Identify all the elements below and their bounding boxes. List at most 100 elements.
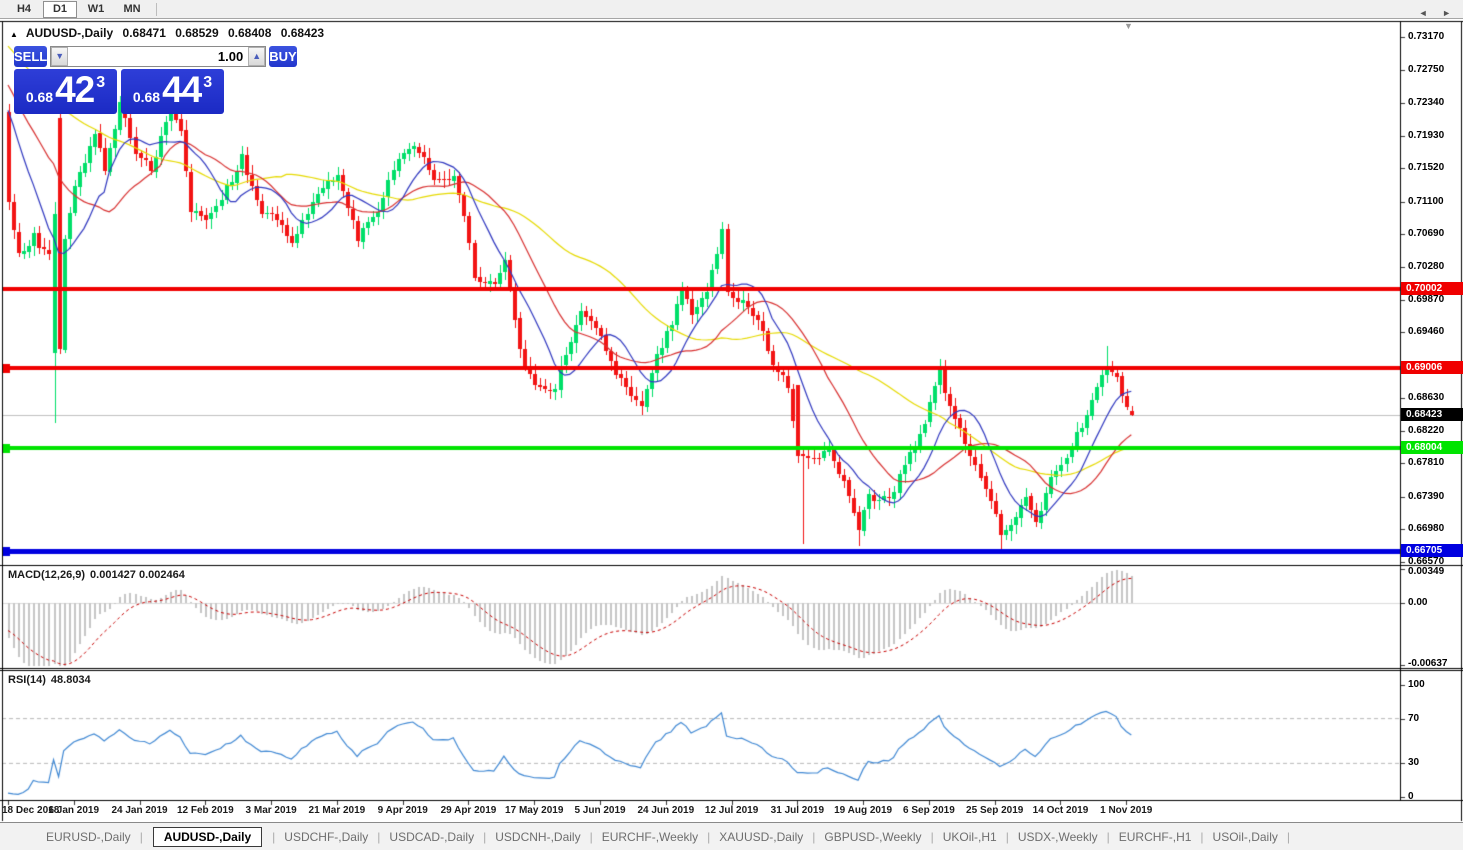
date-axis-label: 14 Oct 2019 [1033, 805, 1089, 816]
price-axis-label: 0.71100 [1408, 196, 1462, 208]
rsi-axis-label: 30 [1408, 757, 1462, 769]
price-axis-label: 0.68630 [1408, 392, 1462, 404]
tab-separator: | [1200, 830, 1203, 844]
timeframe-h4[interactable]: H4 [7, 1, 41, 18]
timeframe-toolbar: H4D1W1MN [0, 0, 1463, 19]
price-chart-canvas[interactable] [0, 20, 1463, 823]
ohlc-low: 0.68408 [228, 26, 271, 40]
date-axis-label: 24 Jun 2019 [637, 805, 694, 816]
date-axis-label: 5 Jun 2019 [574, 805, 625, 816]
tab-gbpusd-weekly[interactable]: GBPUSD-,Weekly [820, 827, 925, 847]
buy-price-pipette: 3 [203, 75, 212, 91]
tab-separator: | [931, 830, 934, 844]
tab-eurusd-daily[interactable]: EURUSD-,Daily [42, 827, 135, 847]
ohlc-close: 0.68423 [281, 26, 324, 40]
tab-scroll-nav: ◄ ► [1407, 8, 1451, 18]
tab-usoil-daily[interactable]: USOil-,Daily [1209, 827, 1282, 847]
tab-usdx-weekly[interactable]: USDX-,Weekly [1014, 827, 1102, 847]
timeframe-w1[interactable]: W1 [79, 1, 113, 18]
collapse-panel-icon[interactable]: ▲ [10, 30, 18, 39]
rsi-value: 48.8034 [51, 674, 91, 686]
sell-price-pipette: 3 [96, 75, 105, 91]
chart-shift-marker-icon[interactable]: ▼ [1124, 21, 1133, 31]
price-axis-label: 0.69870 [1408, 294, 1462, 306]
tab-separator: | [590, 830, 593, 844]
tab-separator: | [1287, 830, 1290, 844]
price-axis-label: 0.67810 [1408, 457, 1462, 469]
date-axis-label: 29 Apr 2019 [441, 805, 497, 816]
toolbar-separator [156, 3, 157, 16]
price-axis-label: 0.66980 [1408, 523, 1462, 535]
date-axis-label: 24 Jan 2019 [111, 805, 167, 816]
price-axis-label: 0.70690 [1408, 228, 1462, 240]
one-click-trade-panel: SELL ▼ ▲ BUY 0.68 42 3 0.68 44 3 [14, 46, 224, 114]
price-axis-label: 0.72750 [1408, 64, 1462, 76]
date-axis-label: 6 Sep 2019 [903, 805, 955, 816]
current-price-tag: 0.68423 [1401, 408, 1463, 421]
rsi-name: RSI(14) [8, 674, 46, 686]
rsi-axis-label: 70 [1408, 713, 1462, 725]
buy-price-button[interactable]: 0.68 44 3 [121, 69, 224, 114]
tab-separator: | [272, 830, 275, 844]
ohlc-high: 0.68529 [175, 26, 218, 40]
date-axis-label: 25 Sep 2019 [966, 805, 1023, 816]
tab-usdcad-daily[interactable]: USDCAD-,Daily [385, 827, 478, 847]
tab-scroll-left-icon[interactable]: ◄ [1419, 8, 1428, 18]
tab-xauusd-daily[interactable]: XAUUSD-,Daily [715, 827, 807, 847]
rsi-axis-label: 0 [1408, 791, 1462, 803]
macd-axis-label: 0.00349 [1408, 566, 1462, 578]
timeframe-d1[interactable]: D1 [43, 1, 77, 18]
tab-usdchf-daily[interactable]: USDCHF-,Daily [280, 827, 372, 847]
tab-scroll-right-icon[interactable]: ► [1442, 8, 1451, 18]
price-level-tag: 0.68004 [1401, 441, 1463, 454]
price-level-tag: 0.66705 [1401, 544, 1463, 557]
macd-axis-label: -0.00637 [1408, 658, 1462, 670]
tab-audusd-daily[interactable]: AUDUSD-,Daily [153, 827, 262, 847]
volume-stepper: ▼ ▲ [50, 46, 266, 67]
buy-price-prefix: 0.68 [133, 90, 160, 104]
tab-eurchf-h1[interactable]: EURCHF-,H1 [1115, 827, 1196, 847]
date-axis-label: 12 Jul 2019 [705, 805, 758, 816]
price-axis-label: 0.67390 [1408, 491, 1462, 503]
timeframe-mn[interactable]: MN [115, 1, 149, 18]
tab-separator: | [1107, 830, 1110, 844]
price-level-tag: 0.69006 [1401, 361, 1463, 374]
volume-increase-icon[interactable]: ▲ [248, 47, 265, 66]
buy-price-big: 44 [162, 72, 201, 107]
date-axis-label: 12 Feb 2019 [177, 805, 234, 816]
tab-separator: | [707, 830, 710, 844]
chart-symbol-label: AUDUSD-,Daily [26, 26, 113, 40]
tab-separator: | [377, 830, 380, 844]
macd-values: 0.001427 0.002464 [90, 569, 185, 581]
price-axis-label: 0.72340 [1408, 97, 1462, 109]
date-axis-label: 6 Jan 2019 [48, 805, 99, 816]
price-axis-label: 0.71520 [1408, 162, 1462, 174]
price-axis-label: 0.73170 [1408, 31, 1462, 43]
macd-name: MACD(12,26,9) [8, 569, 85, 581]
date-axis-label: 31 Jul 2019 [771, 805, 824, 816]
tab-separator: | [483, 830, 486, 844]
tab-usdcnh-daily[interactable]: USDCNH-,Daily [491, 827, 584, 847]
price-axis-label: 0.69460 [1408, 326, 1462, 338]
volume-input[interactable] [68, 47, 248, 66]
tab-separator: | [1006, 830, 1009, 844]
sell-button[interactable]: SELL [14, 46, 47, 67]
tab-ukoil-h1[interactable]: UKOil-,H1 [939, 827, 1001, 847]
buy-button[interactable]: BUY [269, 46, 296, 67]
price-axis-label: 0.68220 [1408, 425, 1462, 437]
volume-decrease-icon[interactable]: ▼ [51, 47, 68, 66]
rsi-indicator-label: RSI(14) 48.8034 [8, 674, 91, 686]
price-axis-label: 0.70280 [1408, 261, 1462, 273]
date-axis-label: 19 Aug 2019 [834, 805, 892, 816]
price-axis-label: 0.71930 [1408, 130, 1462, 142]
sell-price-button[interactable]: 0.68 42 3 [14, 69, 117, 114]
tab-separator: | [140, 830, 143, 844]
sell-price-prefix: 0.68 [26, 90, 53, 104]
tab-eurchf-weekly[interactable]: EURCHF-,Weekly [598, 827, 702, 847]
rsi-axis-label: 100 [1408, 679, 1462, 691]
macd-axis-label: 0.00 [1408, 597, 1462, 609]
date-axis-label: 21 Mar 2019 [309, 805, 366, 816]
price-level-tag: 0.70002 [1401, 282, 1463, 295]
date-axis-label: 3 Mar 2019 [246, 805, 297, 816]
date-axis-label: 1 Nov 2019 [1100, 805, 1152, 816]
